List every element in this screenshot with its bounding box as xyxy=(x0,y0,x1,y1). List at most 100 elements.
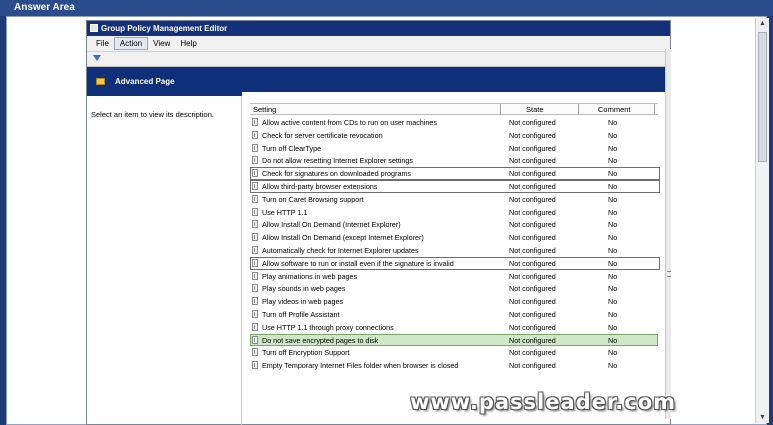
table-row[interactable]: Play sounds in web pages Not configured No xyxy=(250,282,658,295)
column-divider[interactable] xyxy=(500,104,501,115)
column-divider[interactable] xyxy=(654,104,655,115)
setting-icon xyxy=(252,348,258,357)
setting-state: Not configured xyxy=(509,233,556,243)
setting-name: Allow third-party browser extensions xyxy=(262,181,378,191)
setting-name: Do not allow resetting Internet Explorer… xyxy=(262,156,414,166)
description-pane: Select an item to view its description. xyxy=(87,96,242,425)
setting-name: Turn on Caret Browsing support xyxy=(262,194,364,204)
gpm-editor-window: Group Policy Management Editor File Acti… xyxy=(86,20,672,425)
table-row[interactable]: Turn off ClearType Not configured No xyxy=(250,142,658,155)
setting-comment: No xyxy=(608,156,618,166)
setting-state: Not configured xyxy=(509,309,556,319)
setting-state: Not configured xyxy=(509,156,556,166)
setting-name: Empty Temporary Internet Files folder wh… xyxy=(262,361,459,371)
settings-list: Setting State Comment Allow active conte… xyxy=(250,103,665,425)
filter-icon[interactable] xyxy=(93,55,101,61)
setting-state: Not configured xyxy=(509,297,556,307)
setting-name: Allow software to run or install even if… xyxy=(262,258,454,268)
column-header-comment[interactable]: Comment xyxy=(598,105,631,114)
setting-state: Not configured xyxy=(509,271,556,281)
table-row[interactable]: Allow third-party browser extensions Not … xyxy=(250,179,660,193)
scroll-down-icon[interactable]: ▼ xyxy=(759,414,766,421)
setting-comment: No xyxy=(608,309,618,319)
answer-area-scrollbar[interactable]: ▲ ▼ xyxy=(755,18,769,423)
setting-name: Play animations in web pages xyxy=(262,271,358,281)
setting-icon xyxy=(252,271,258,280)
setting-comment: No xyxy=(608,169,618,179)
table-row[interactable]: Turn off Encryption Support Not configure… xyxy=(250,346,658,359)
scrollbar-grip[interactable] xyxy=(667,271,671,277)
toolbar xyxy=(87,52,670,67)
setting-name: Turn off Encryption Support xyxy=(262,348,350,358)
table-row[interactable]: Check for server certificate revocation N… xyxy=(250,129,658,142)
table-row[interactable]: Use HTTP 1.1 through proxy connections No… xyxy=(250,321,658,334)
setting-name: Use HTTP 1.1 through proxy connections xyxy=(262,322,394,332)
setting-name: Play sounds in web pages xyxy=(262,284,346,294)
table-row[interactable]: Play videos in web pages Not configured No xyxy=(250,295,658,308)
setting-comment: No xyxy=(608,233,618,243)
app-icon xyxy=(90,24,98,32)
table-row[interactable]: Allow Install On Demand (except Internet… xyxy=(250,231,658,244)
menu-view[interactable]: View xyxy=(148,39,175,51)
setting-state: Not configured xyxy=(509,348,556,358)
setting-state: Not configured xyxy=(509,181,556,191)
setting-icon xyxy=(252,297,258,306)
list-scrollbar[interactable] xyxy=(665,49,671,419)
setting-name: Use HTTP 1.1 xyxy=(262,207,308,217)
setting-comment: No xyxy=(608,361,618,371)
column-header-setting[interactable]: Setting xyxy=(253,105,276,114)
setting-state: Not configured xyxy=(509,130,556,140)
watermark: www.passleader.com xyxy=(410,390,677,414)
table-row-selected[interactable]: Do not save encrypted pages to disk Not c… xyxy=(250,333,658,347)
folder-icon xyxy=(96,78,105,85)
setting-name: Play videos in web pages xyxy=(262,297,344,307)
setting-name: Allow Install On Demand (Internet Explor… xyxy=(262,220,401,230)
table-row[interactable]: Allow active content from CDs to run on … xyxy=(250,116,658,129)
column-header-state[interactable]: State xyxy=(526,105,544,114)
setting-name: Check for signatures on downloaded progr… xyxy=(262,169,412,179)
table-row[interactable]: Turn on Caret Browsing support Not config… xyxy=(250,193,658,206)
page-title: Advanced Page xyxy=(115,77,175,86)
setting-comment: No xyxy=(608,130,618,140)
settings-rows: Allow active content from CDs to run on … xyxy=(250,116,660,372)
window-title-bar: Group Policy Management Editor xyxy=(87,21,670,36)
menu-help[interactable]: Help xyxy=(175,39,201,51)
setting-name: Allow active content from CDs to run on … xyxy=(262,118,437,127)
setting-state: Not configured xyxy=(509,220,556,230)
setting-state: Not configured xyxy=(509,194,556,204)
page-header: Advanced Page xyxy=(87,67,672,96)
table-row[interactable]: Check for signatures on downloaded progr… xyxy=(250,167,660,180)
table-row[interactable]: Allow software to run or install even if… xyxy=(250,256,660,270)
setting-comment: No xyxy=(608,335,618,345)
setting-comment: No xyxy=(608,181,618,191)
table-row[interactable]: Do not allow resetting Internet Explorer… xyxy=(250,154,658,167)
setting-icon xyxy=(252,309,258,318)
setting-name: Automatically check for Internet Explore… xyxy=(262,245,419,255)
setting-comment: No xyxy=(608,207,618,217)
table-row[interactable]: Play animations in web pages Not configur… xyxy=(250,270,658,283)
setting-state: Not configured xyxy=(509,245,556,255)
table-row[interactable]: Use HTTP 1.1 Not configured No xyxy=(250,206,658,219)
setting-name: Do not save encrypted pages to disk xyxy=(262,335,379,345)
scroll-up-icon[interactable]: ▲ xyxy=(759,20,766,27)
setting-comment: No xyxy=(608,220,618,230)
setting-icon xyxy=(252,194,258,203)
setting-state: Not configured xyxy=(509,143,556,153)
setting-icon xyxy=(252,361,258,370)
menu-file[interactable]: File xyxy=(91,39,114,51)
table-row[interactable]: Empty Temporary Internet Files folder wh… xyxy=(250,359,658,372)
table-row[interactable]: Allow Install On Demand (Internet Explor… xyxy=(250,218,658,231)
setting-name: Allow Install On Demand (except Internet… xyxy=(262,233,424,243)
column-header: Setting State Comment xyxy=(250,103,658,115)
scrollbar-thumb[interactable] xyxy=(758,32,767,162)
setting-comment: No xyxy=(608,245,618,255)
setting-comment: No xyxy=(608,271,618,281)
answer-area-label: Answer Area xyxy=(0,0,773,16)
column-divider[interactable] xyxy=(578,104,579,115)
setting-state: Not configured xyxy=(509,169,556,179)
table-row[interactable]: Turn off Profile Assistant Not configured… xyxy=(250,308,658,321)
setting-comment: No xyxy=(608,297,618,307)
menu-action[interactable]: Action xyxy=(113,37,149,50)
menu-bar: File Action View Help xyxy=(87,36,670,52)
table-row[interactable]: Automatically check for Internet Explore… xyxy=(250,244,658,257)
